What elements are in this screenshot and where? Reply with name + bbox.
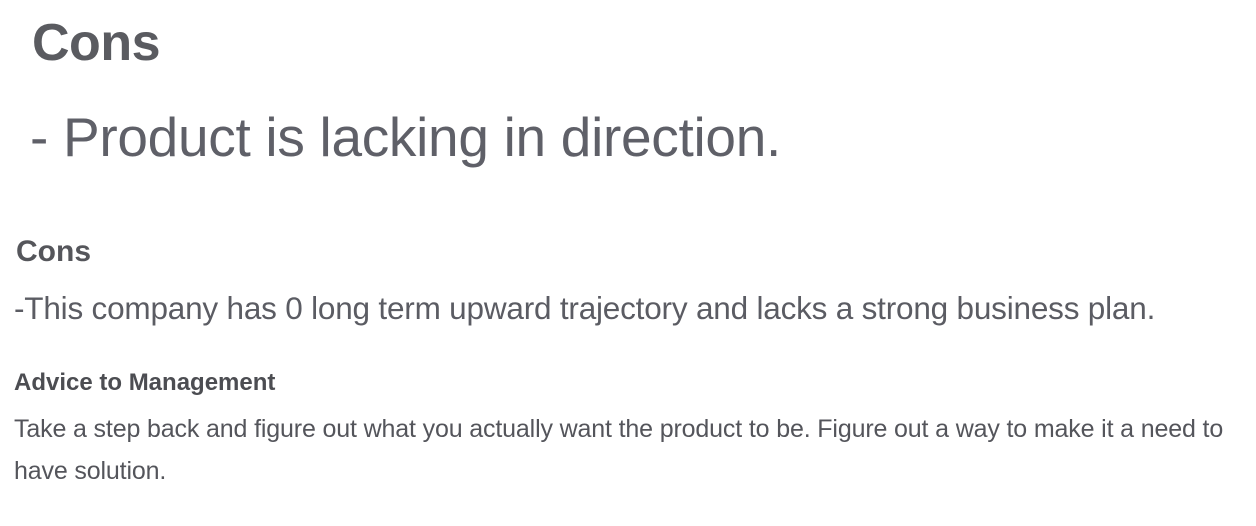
advice-to-management-text: Take a step back and figure out what you… <box>14 415 1224 485</box>
cons-text: -This company has 0 long term upward tra… <box>14 290 1156 326</box>
review-snippet-medium: Cons -This company has 0 long term upwar… <box>0 226 1256 336</box>
review-snippet-advice: Advice to Management Take a step back an… <box>0 360 1256 500</box>
cons-text: - Product is lacking in direction. <box>30 106 781 168</box>
review-snippet-large: Cons - Product is lacking in direction. <box>0 0 1256 190</box>
cons-heading: Cons <box>16 235 91 268</box>
review-screenshot-page: Cons - Product is lacking in direction. … <box>0 0 1256 526</box>
cons-heading: Cons <box>32 14 161 72</box>
advice-to-management-heading: Advice to Management <box>14 369 276 396</box>
